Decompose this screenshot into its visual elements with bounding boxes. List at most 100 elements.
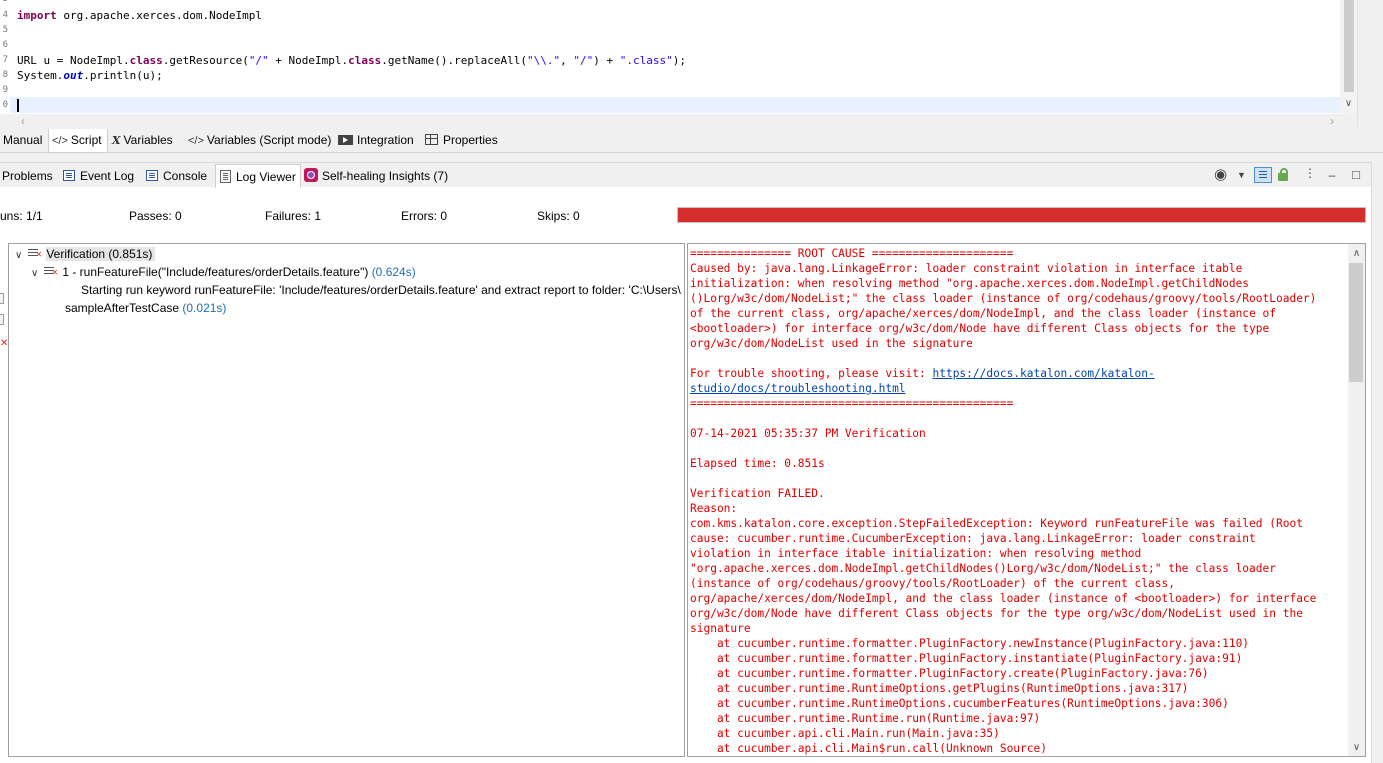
tab-variables[interactable]: X Variables [112, 129, 173, 153]
stack-trace-line: at cucumber.runtime.formatter.PluginFact… [690, 652, 1243, 665]
editor-scroll-thumb[interactable] [1344, 0, 1354, 92]
chevron-down-icon[interactable]: ∨ [31, 265, 41, 283]
more-options-icon[interactable]: ⋮ [1304, 167, 1316, 183]
script-editor[interactable]: 3 4 5 6 7 8 9 0 import org.apache.xerces… [0, 0, 1357, 114]
tab-variables-script-mode[interactable]: </> Variables (Script mode) [188, 129, 331, 153]
tree-node-label: sampleAfterTestCase [65, 301, 180, 315]
text-caret [17, 99, 19, 112]
code-text: ); [672, 54, 686, 67]
tab-console[interactable]: Console [146, 164, 207, 188]
current-line-highlight [10, 97, 1340, 113]
editor-horizontal-scrollbar[interactable] [0, 114, 1357, 129]
log-line: =============== ROOT CAUSE =============… [690, 247, 1014, 260]
chevron-down-icon[interactable]: ∨ [15, 247, 25, 265]
code-line-println[interactable]: System.out.println(u); [17, 68, 163, 83]
log-line: "org.apache.xerces.dom.NodeImpl.getChild… [690, 562, 1276, 575]
log-detail-panel[interactable]: =============== ROOT CAUSE =============… [687, 243, 1366, 757]
line-number: 8 [2, 70, 8, 80]
string-literal: "/" [248, 54, 269, 67]
bottom-view-tabs: Problems Event Log Console Log Viewer Se… [0, 162, 1371, 188]
log-line: cause: cucumber.runtime.CucumberExceptio… [690, 532, 1256, 545]
panel-separator[interactable] [0, 153, 1383, 162]
tab-self-healing-insights[interactable]: Self-healing Insights (7) [304, 164, 448, 188]
log-line-troubleshooting: For trouble shooting, please visit: http… [690, 366, 1155, 381]
tree-layout-icon[interactable] [1254, 167, 1272, 183]
tree-row-log-message[interactable]: Starting run keyword runFeatureFile: 'In… [81, 281, 681, 299]
log-line: org/w3c/dom/Node have different Class ob… [690, 607, 1303, 620]
eye-icon[interactable]: ◉ [1214, 167, 1227, 183]
line-number: 3 [0, 0, 8, 7]
log-scroll-thumb[interactable] [1349, 263, 1363, 382]
line-number: 4 [2, 10, 8, 20]
troubleshooting-link[interactable]: studio/docs/troubleshooting.html [690, 381, 906, 396]
scroll-down-arrow-icon[interactable]: ∨ [1348, 739, 1365, 756]
code-icon: </> [52, 135, 68, 147]
log-line: Caused by: java.lang.LinkageError: loade… [690, 262, 1243, 275]
collapsed-panel-tab[interactable] [0, 314, 4, 325]
tab-label: Script [70, 133, 102, 147]
line-number: 7 [2, 55, 8, 65]
collapsed-panel-tab[interactable] [0, 293, 4, 304]
code-text: .getName().replaceAll( [381, 54, 527, 67]
failures-count: Failures: 1 [265, 209, 322, 223]
tab-label: Console [163, 169, 208, 183]
scroll-up-arrow-icon[interactable]: ∧ [1348, 245, 1365, 262]
log-line: <bootloader>) for interface org/w3c/dom/… [690, 322, 1270, 335]
log-line: com.kms.katalon.core.exception.StepFaile… [690, 517, 1303, 530]
log-line: ()Lorg/w3c/dom/NodeList;" the class load… [690, 292, 1317, 305]
troubleshooting-link[interactable]: https://docs.katalon.com/katalon- [932, 367, 1154, 380]
scroll-down-arrow-icon[interactable]: ∨ [1340, 96, 1357, 112]
tab-script[interactable]: </> Script [48, 129, 108, 153]
stack-trace-line: at cucumber.runtime.RuntimeOptions.cucum… [690, 697, 1229, 710]
log-viewer-icon [220, 170, 231, 183]
tree-row-run-feature-file[interactable]: ∨ 1 - runFeatureFile("Include/features/o… [31, 263, 416, 281]
eye-dropdown-chevron-down-icon[interactable]: ▼ [1237, 167, 1246, 183]
tree-row-after-test-case[interactable]: sampleAfterTestCase (0.021s) [65, 299, 226, 317]
tree-row-verification[interactable]: ∨ Verification (0.851s) [15, 245, 156, 265]
panel-right-edge [1371, 162, 1383, 763]
code-line-import[interactable]: import org.apache.xerces.dom.NodeImpl [17, 8, 262, 23]
lock-scroll-icon[interactable] [1276, 167, 1290, 183]
tab-manual[interactable]: Manual [0, 129, 47, 153]
tab-label: Event Log [80, 169, 135, 183]
line-number: 5 [2, 25, 8, 35]
code-text: ) + [593, 54, 620, 67]
stack-trace-line: at cucumber.runtime.Runtime.run(Runtime.… [690, 712, 1041, 725]
code-text: System. [17, 69, 64, 82]
node-duration: (0.851s) [108, 247, 153, 261]
scroll-right-arrow-icon[interactable]: › [1325, 114, 1339, 129]
line-number: 0 [2, 100, 8, 110]
editor-side-strip [1357, 0, 1383, 129]
console-icon [146, 170, 158, 181]
code-text: .println(u); [83, 69, 163, 82]
log-line: of the current class, org/apache/xerces/… [690, 307, 1276, 320]
tab-integration[interactable]: Integration [338, 129, 414, 153]
log-line: initialization: when resolving method "o… [690, 277, 1250, 290]
scroll-left-arrow-icon[interactable]: ‹ [16, 114, 30, 129]
tab-problems[interactable]: Problems [2, 164, 53, 188]
tab-event-log[interactable]: Event Log [63, 164, 134, 188]
code-line-url[interactable]: URL u = NodeImpl.class.getResource("/" +… [17, 53, 686, 68]
tab-log-viewer[interactable]: Log Viewer [215, 164, 301, 188]
tab-label: Properties [443, 133, 498, 147]
tab-label: Log Viewer [236, 170, 296, 184]
string-literal: "\\." [527, 54, 561, 67]
tab-properties[interactable]: Properties [425, 129, 498, 153]
log-line: ========================================… [690, 397, 1014, 410]
tab-label: Variables [123, 133, 173, 147]
runs-count: uns: 1/1 [0, 209, 43, 223]
integration-icon [338, 135, 353, 145]
passes-count: Passes: 0 [129, 209, 182, 223]
tab-label: Manual [3, 133, 43, 147]
log-line: signature [690, 622, 751, 635]
test-progress-bar [677, 207, 1366, 223]
log-line: (instance of org/codehaus/groovy/tools/R… [690, 577, 1175, 590]
line-number: 9 [2, 85, 8, 95]
tab-label: Self-healing Insights (7) [322, 169, 449, 183]
minimize-icon[interactable]: – [1325, 167, 1339, 183]
log-line: org/apache/xerces/dom/NodeImpl, and the … [690, 592, 1317, 605]
test-result-tree[interactable]: ∨ Verification (0.851s) ∨ 1 - runFeature… [8, 243, 685, 757]
log-line: Elapsed time: 0.851s [690, 457, 825, 470]
maximize-icon[interactable]: □ [1349, 167, 1363, 183]
code-text: .getResource( [162, 54, 249, 67]
